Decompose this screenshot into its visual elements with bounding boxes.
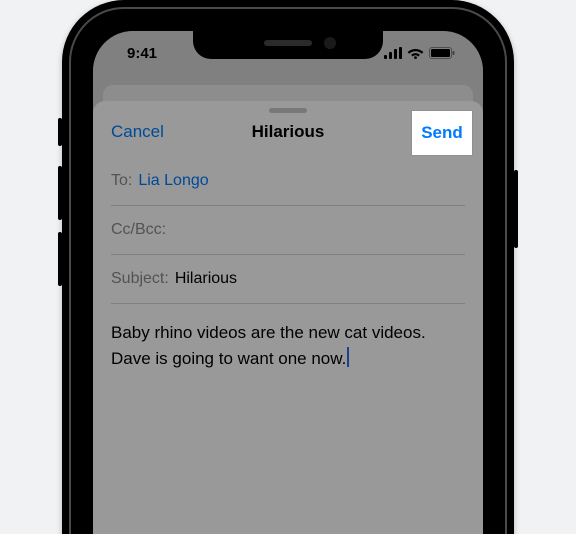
cancel-button[interactable]: Cancel xyxy=(111,122,164,142)
phone-screen: 9:41 xyxy=(93,31,483,534)
cc-bcc-field-row[interactable]: Cc/Bcc: xyxy=(111,206,465,255)
side-button xyxy=(514,170,518,248)
send-button-highlight[interactable]: Send xyxy=(412,111,472,155)
compose-sheet: Cancel Hilarious Send To: Lia Longo Cc/B… xyxy=(93,101,483,534)
phone-device-frame: 9:41 xyxy=(62,0,514,534)
cellular-signal-icon xyxy=(384,47,402,59)
message-body-text: Baby rhino videos are the new cat videos… xyxy=(111,323,426,368)
to-recipient[interactable]: Lia Longo xyxy=(138,172,208,190)
text-caret xyxy=(347,347,349,367)
subject-label: Subject: xyxy=(111,270,169,288)
status-icons xyxy=(384,47,455,59)
to-label: To: xyxy=(111,172,132,190)
speaker-grille xyxy=(264,40,312,46)
send-button-highlight-label: Send xyxy=(421,123,463,143)
volume-down-button xyxy=(58,232,62,286)
status-time: 9:41 xyxy=(127,45,157,62)
volume-up-button xyxy=(58,166,62,220)
battery-icon xyxy=(429,47,455,59)
front-camera xyxy=(324,37,336,49)
subject-field-row[interactable]: Subject: Hilarious xyxy=(111,255,465,304)
compose-title: Hilarious xyxy=(252,122,325,142)
message-body[interactable]: Baby rhino videos are the new cat videos… xyxy=(93,304,483,371)
wifi-icon xyxy=(407,47,424,59)
phone-notch xyxy=(193,31,383,59)
to-field-row[interactable]: To: Lia Longo xyxy=(111,157,465,206)
cc-bcc-label: Cc/Bcc: xyxy=(111,221,166,239)
subject-value[interactable]: Hilarious xyxy=(175,270,237,288)
silence-switch xyxy=(58,118,62,146)
